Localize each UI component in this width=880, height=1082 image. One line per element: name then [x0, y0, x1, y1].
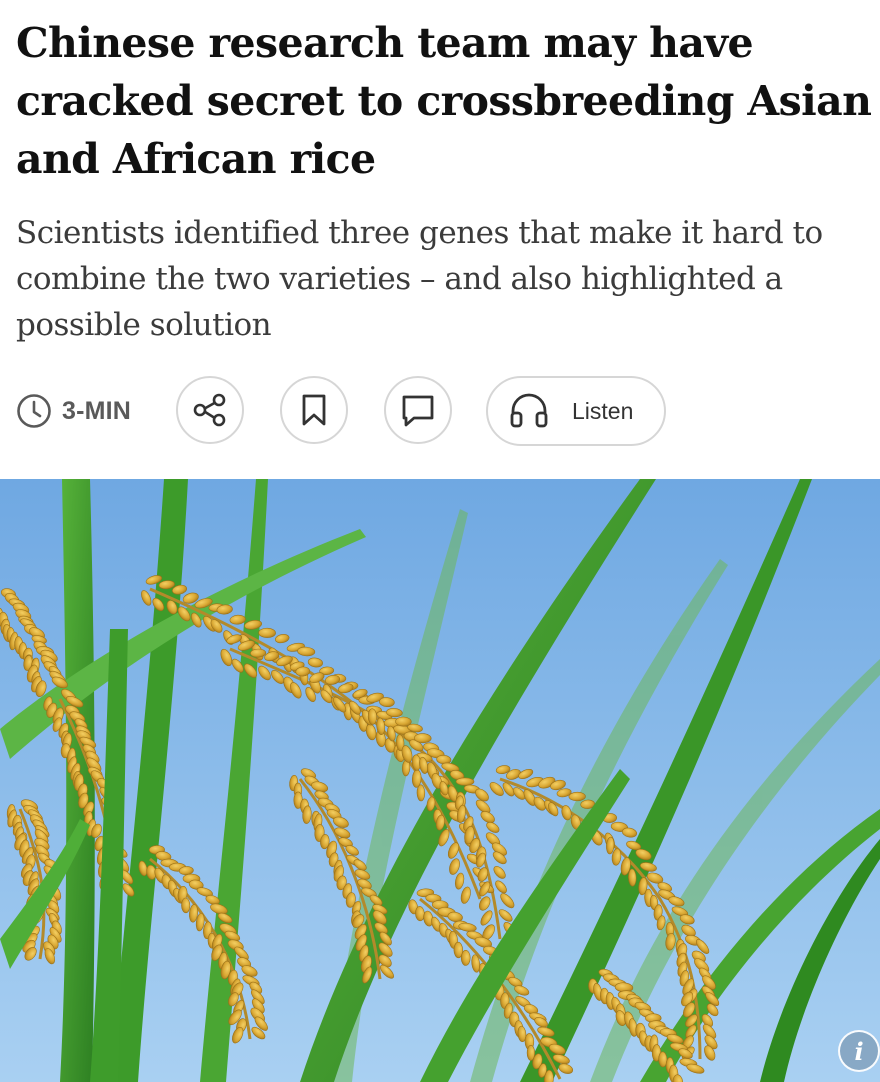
rice-grain	[460, 950, 471, 966]
listen-button[interactable]: Listen	[486, 376, 666, 446]
article-toolbar: 3-MIN Listen	[0, 376, 880, 448]
clock-icon	[17, 394, 51, 428]
rice-grain	[455, 777, 475, 786]
rice-field-illustration	[0, 479, 880, 1082]
bookmark-button[interactable]	[280, 376, 348, 444]
share-button[interactable]	[176, 376, 244, 444]
rice-grain	[414, 733, 432, 744]
bookmark-icon	[302, 394, 326, 426]
read-time-label: 3-MIN	[62, 396, 132, 425]
comment-button[interactable]	[384, 376, 452, 444]
rice-grain	[258, 627, 276, 638]
article-headline: Chinese research team may have cracked s…	[16, 19, 872, 183]
read-time: 3-MIN	[16, 393, 131, 429]
share-icon	[193, 393, 226, 427]
article-subheadline: Scientists identified three genes that m…	[16, 215, 823, 343]
rice-grain	[568, 791, 586, 802]
info-icon[interactable]: i	[838, 1030, 880, 1072]
headphones-icon	[510, 393, 548, 428]
listen-label: Listen	[572, 397, 634, 424]
rice-grain	[181, 897, 191, 914]
comment-icon	[402, 395, 434, 427]
rice-grain	[416, 784, 426, 802]
hero-image: i	[0, 479, 880, 1082]
